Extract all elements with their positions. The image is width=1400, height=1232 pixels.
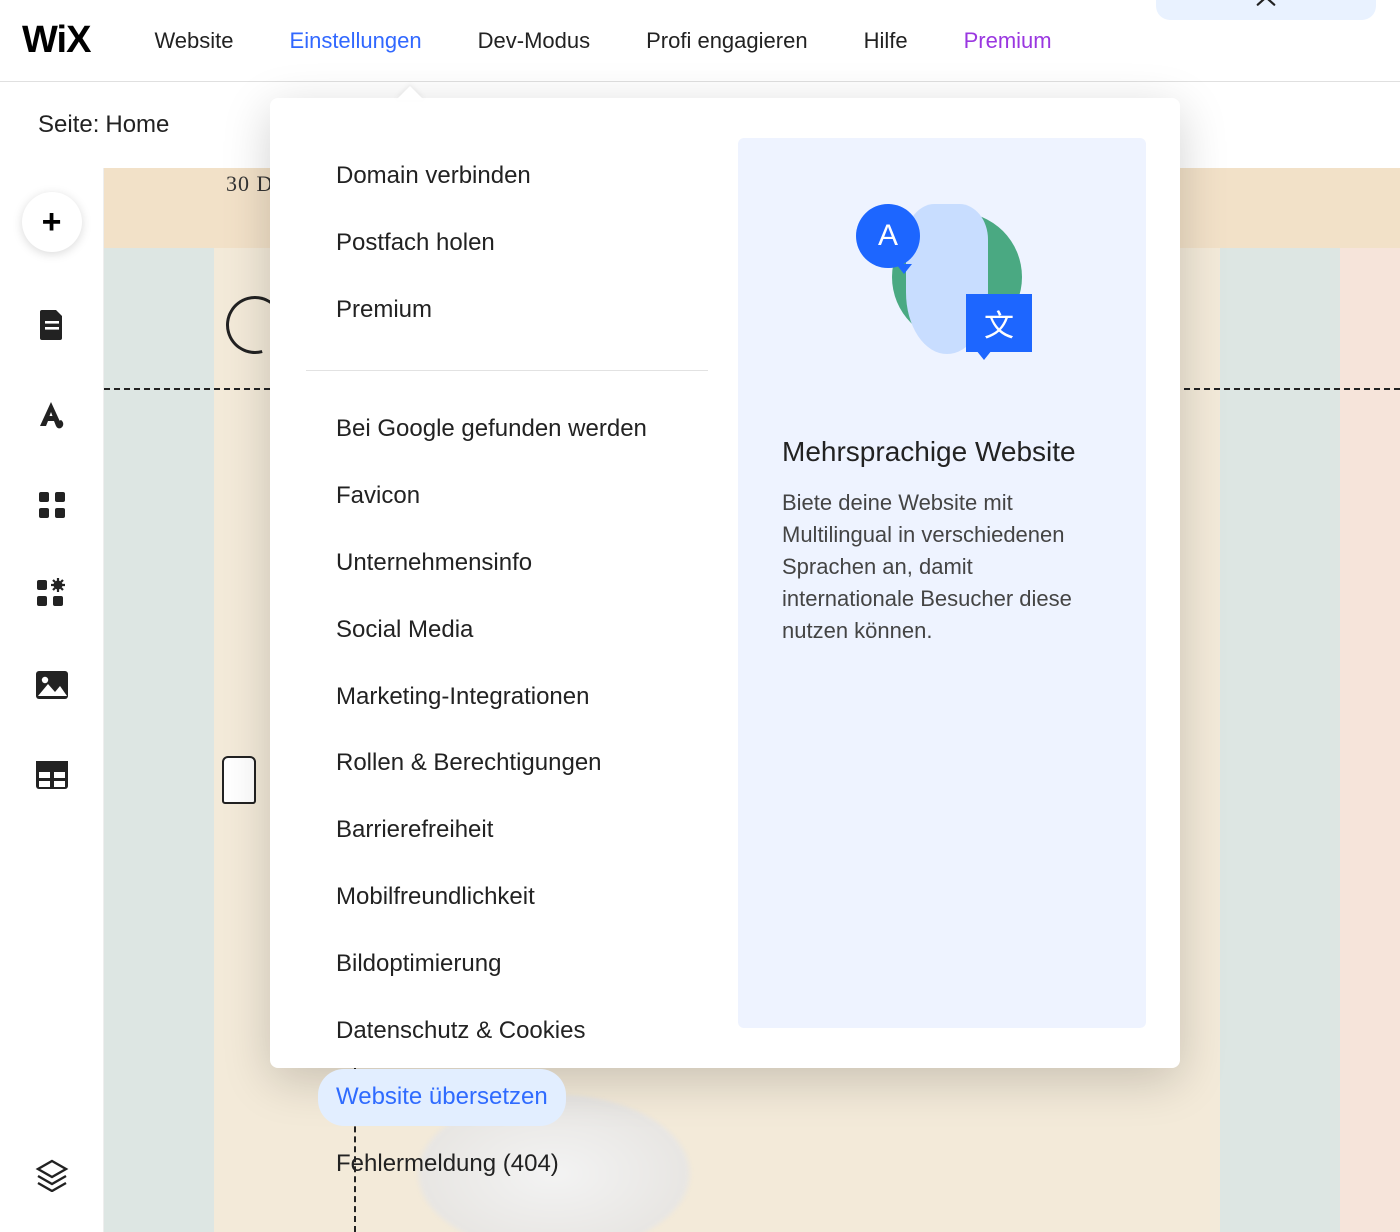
settings-info-panel: A 文 Mehrsprachige Website Biete deine We… xyxy=(738,98,1180,1068)
media-tool[interactable] xyxy=(35,668,69,702)
menu-domain-verbinden[interactable]: Domain verbinden xyxy=(318,148,549,205)
apps-tool[interactable] xyxy=(35,488,69,522)
wix-logo[interactable]: WiX xyxy=(22,19,90,62)
menu-barrierefreiheit[interactable]: Barrierefreiheit xyxy=(318,802,511,859)
menu-google-gefunden[interactable]: Bei Google gefunden werden xyxy=(318,401,665,458)
topnav-einstellungen[interactable]: Einstellungen xyxy=(290,28,422,54)
topnav-hilfe[interactable]: Hilfe xyxy=(864,28,908,54)
menu-mobilfreundlichkeit[interactable]: Mobilfreundlichkeit xyxy=(318,869,553,926)
add-button[interactable]: + xyxy=(22,192,82,252)
canvas-left-col xyxy=(104,248,214,1232)
menu-favicon[interactable]: Favicon xyxy=(318,468,438,525)
design-tool[interactable] xyxy=(35,398,69,432)
page-row-value: Home xyxy=(105,111,169,139)
pages-tool[interactable] xyxy=(35,308,69,342)
menu-postfach-holen[interactable]: Postfach holen xyxy=(318,215,513,272)
layers-tool[interactable] xyxy=(35,1158,69,1192)
app-market-tool[interactable] xyxy=(35,578,69,612)
page-row-label: Seite: xyxy=(38,111,99,139)
menu-bildoptimierung[interactable]: Bildoptimierung xyxy=(318,936,519,993)
info-card-text: Biete deine Website mit Multilingual in … xyxy=(782,487,1102,646)
letter-a-bubble-icon: A xyxy=(856,204,920,268)
puzzle-gear-icon xyxy=(35,578,69,612)
topnav-website[interactable]: Website xyxy=(154,28,233,54)
menu-datenschutz-cookies[interactable]: Datenschutz & Cookies xyxy=(318,1003,603,1060)
top-nav: Website Einstellungen Dev-Modus Profi en… xyxy=(154,28,1051,54)
settings-dropdown: Domain verbinden Postfach holen Premium … xyxy=(270,98,1180,1068)
settings-menu-list: Domain verbinden Postfach holen Premium … xyxy=(270,98,738,1068)
topnav-dev-modus[interactable]: Dev-Modus xyxy=(478,28,590,54)
menu-website-uebersetzen[interactable]: Website übersetzen xyxy=(318,1069,566,1126)
table-icon xyxy=(35,760,69,790)
translate-bubble-icon: 文 xyxy=(966,294,1032,352)
info-card: A 文 Mehrsprachige Website Biete deine We… xyxy=(738,138,1146,1028)
menu-marketing-integrationen[interactable]: Marketing-Integrationen xyxy=(318,669,607,726)
multilingual-illustration: A 文 xyxy=(852,194,1032,364)
image-icon xyxy=(35,670,69,700)
menu-social-media[interactable]: Social Media xyxy=(318,602,491,659)
design-icon xyxy=(35,398,69,432)
info-card-title: Mehrsprachige Website xyxy=(782,434,1102,469)
chevron-up-icon xyxy=(1255,0,1277,12)
menu-unternehmensinfo[interactable]: Unternehmensinfo xyxy=(318,535,550,592)
menu-premium[interactable]: Premium xyxy=(318,282,450,339)
page-icon xyxy=(37,308,67,342)
menu-fehlermeldung-404[interactable]: Fehlermeldung (404) xyxy=(318,1136,577,1193)
menu-rollen-berechtigungen[interactable]: Rollen & Berechtigungen xyxy=(318,735,620,792)
data-tool[interactable] xyxy=(35,758,69,792)
plus-icon: + xyxy=(42,203,62,242)
canvas-header-text: 30 D xyxy=(226,171,273,197)
topnav-profi-engagieren[interactable]: Profi engagieren xyxy=(646,28,807,54)
canvas-pink-col xyxy=(1340,248,1400,1232)
collapse-pill[interactable] xyxy=(1156,0,1376,20)
layers-icon xyxy=(35,1158,69,1192)
grid-icon xyxy=(37,490,67,520)
topnav-premium[interactable]: Premium xyxy=(964,28,1052,54)
left-toolbar: + xyxy=(0,168,104,1232)
top-bar: WiX Website Einstellungen Dev-Modus Prof… xyxy=(0,0,1400,82)
